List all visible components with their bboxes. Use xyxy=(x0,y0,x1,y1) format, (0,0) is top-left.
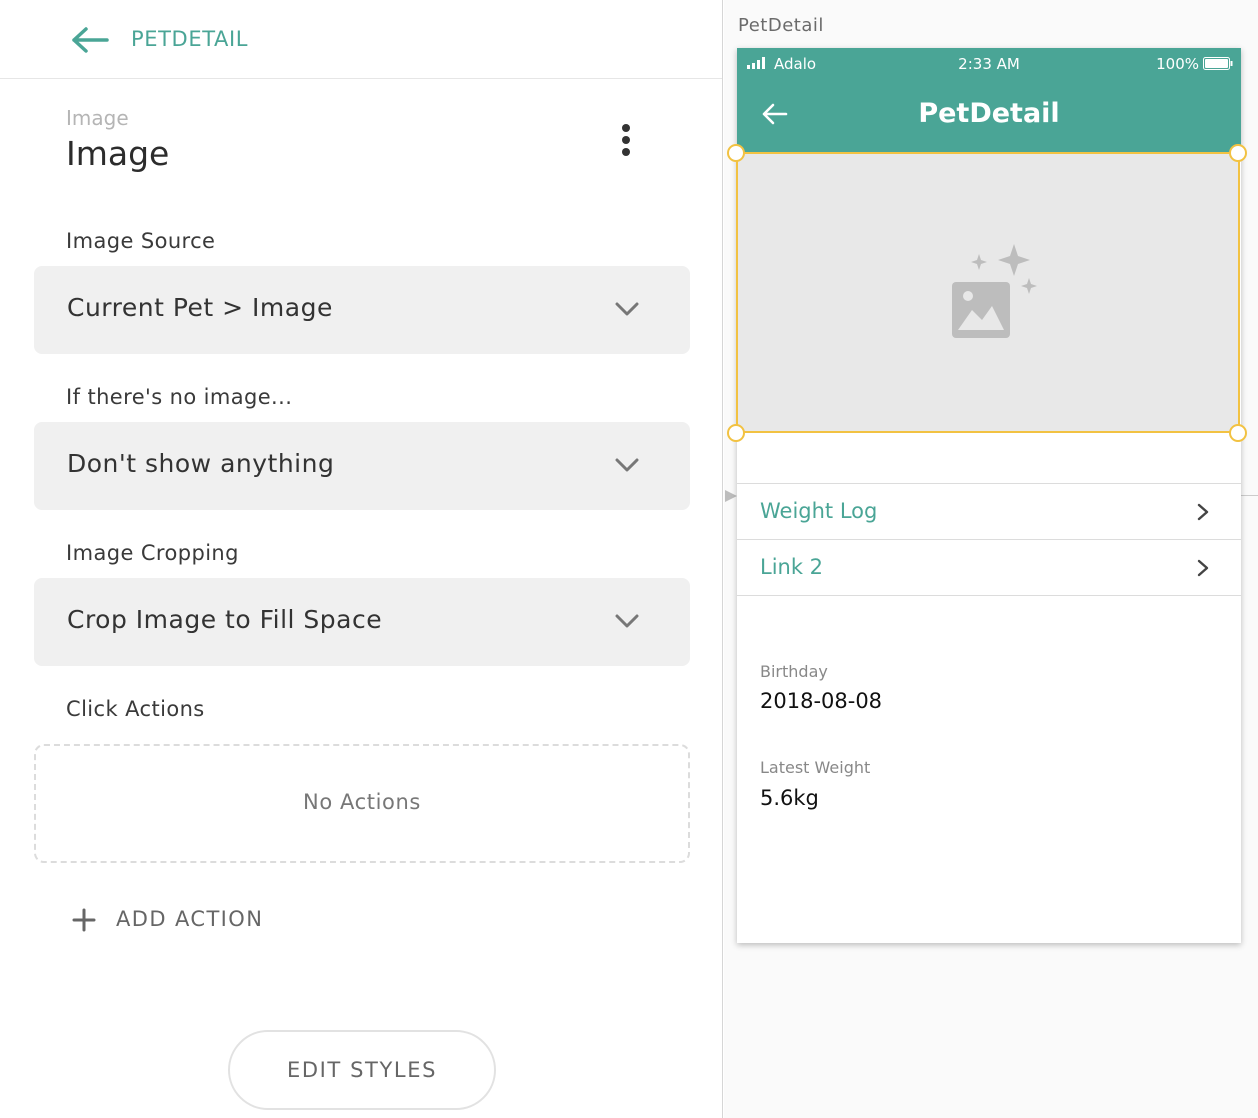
properties-panel: PETDETAIL Image Image Image Source Curre… xyxy=(0,0,723,1118)
component-type-label: Image xyxy=(66,106,129,130)
list-item[interactable]: Link 2 xyxy=(737,539,1241,595)
design-canvas: PetDetail Adalo 2:33 AM 100% PetDetail W… xyxy=(724,0,1258,1118)
back-link[interactable]: PETDETAIL xyxy=(131,27,248,51)
no-image-select[interactable]: Don't show anything xyxy=(34,422,690,510)
chevron-right-icon xyxy=(1197,559,1209,577)
image-source-select[interactable]: Current Pet > Image xyxy=(34,266,690,354)
chevron-right-icon xyxy=(1197,503,1209,521)
list-item[interactable]: Weight Log xyxy=(737,483,1241,539)
link-label: Link 2 xyxy=(760,555,824,579)
divider xyxy=(737,595,1241,596)
no-image-label: If there's no image... xyxy=(66,385,293,409)
no-actions-text: No Actions xyxy=(303,790,421,814)
image-component-selected[interactable] xyxy=(736,152,1240,433)
add-action-button[interactable]: ADD ACTION xyxy=(70,902,290,938)
status-bar: Adalo 2:33 AM 100% xyxy=(737,48,1241,78)
link-arrow-icon xyxy=(725,490,737,502)
edit-styles-label: EDIT STYLES xyxy=(286,1058,438,1082)
panel-header: PETDETAIL xyxy=(0,0,722,79)
chevron-down-icon xyxy=(615,302,639,316)
resize-handle[interactable] xyxy=(1229,144,1247,162)
plus-icon xyxy=(72,908,96,932)
birthday-value: 2018-08-08 xyxy=(760,689,883,713)
more-vert-icon[interactable] xyxy=(611,122,641,158)
app-bar: PetDetail xyxy=(737,78,1241,152)
resize-handle[interactable] xyxy=(727,424,745,442)
image-placeholder-icon xyxy=(952,244,1037,338)
latest-weight-value: 5.6kg xyxy=(760,786,819,810)
back-arrow-icon[interactable] xyxy=(70,26,110,54)
chevron-down-icon xyxy=(615,458,639,472)
chevron-down-icon xyxy=(615,614,639,628)
edit-styles-button[interactable]: EDIT STYLES xyxy=(228,1030,496,1110)
image-source-value: Current Pet > Image xyxy=(67,293,333,322)
image-cropping-value: Crop Image to Fill Space xyxy=(67,605,383,634)
phone-screen[interactable]: Adalo 2:33 AM 100% PetDetail Weight Log … xyxy=(727,48,1247,943)
component-name[interactable]: Image xyxy=(66,134,169,173)
birthday-label: Birthday xyxy=(760,662,828,681)
battery-icon xyxy=(1203,57,1233,70)
image-cropping-select[interactable]: Crop Image to Fill Space xyxy=(34,578,690,666)
add-action-label: ADD ACTION xyxy=(116,907,264,931)
resize-handle[interactable] xyxy=(1229,424,1247,442)
no-image-value: Don't show anything xyxy=(67,449,335,478)
resize-handle[interactable] xyxy=(727,144,745,162)
link-label: Weight Log xyxy=(760,499,878,523)
app-bar-title: PetDetail xyxy=(918,98,1060,129)
image-source-label: Image Source xyxy=(66,229,216,253)
image-cropping-label: Image Cropping xyxy=(66,541,239,565)
click-actions-box: No Actions xyxy=(34,744,690,863)
screen-name-label[interactable]: PetDetail xyxy=(738,15,824,36)
click-actions-label: Click Actions xyxy=(66,697,205,721)
link-line xyxy=(1240,495,1258,496)
latest-weight-label: Latest Weight xyxy=(760,758,871,777)
battery-percent: 100% xyxy=(1156,55,1199,73)
